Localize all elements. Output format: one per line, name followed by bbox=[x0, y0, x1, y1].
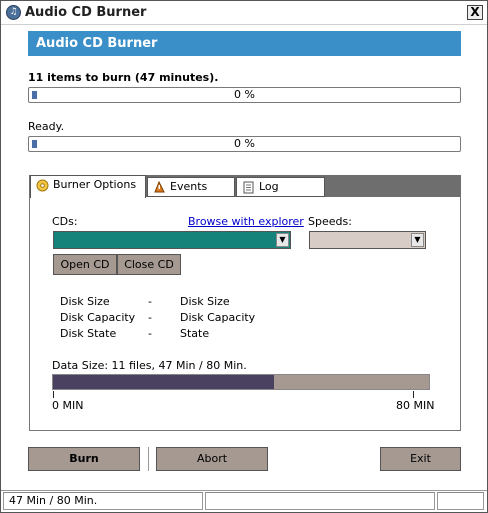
tab-label: Log bbox=[259, 180, 279, 193]
app-banner: Audio CD Burner bbox=[28, 31, 461, 56]
close-cd-button[interactable]: Close CD bbox=[117, 254, 181, 275]
data-size-label: Data Size: 11 files, 47 Min / 80 Min. bbox=[52, 359, 247, 372]
data-size-bar bbox=[52, 374, 430, 390]
open-cd-button[interactable]: Open CD bbox=[53, 254, 117, 275]
window-title: Audio CD Burner bbox=[25, 5, 147, 20]
title-bar: ♫ Audio CD Burner X bbox=[1, 1, 487, 25]
items-progress-percent: 0 % bbox=[234, 88, 255, 101]
close-button[interactable]: X bbox=[467, 5, 483, 20]
burner-options-icon bbox=[36, 179, 49, 192]
burn-button[interactable]: Burn bbox=[28, 447, 140, 471]
browse-with-explorer-link[interactable]: Browse with explorer bbox=[188, 215, 304, 228]
app-window: ♫ Audio CD Burner X Audio CD Burner 11 i… bbox=[0, 0, 488, 513]
disk-info-name: Disk Capacity bbox=[60, 311, 136, 324]
status-bar-text: 47 Min / 80 Min. bbox=[3, 492, 203, 510]
cd-icon: ♫ bbox=[6, 5, 21, 20]
disk-info-name: Disk Size bbox=[60, 295, 110, 308]
disk-info-value: Disk Size bbox=[180, 295, 230, 308]
exit-button[interactable]: Exit bbox=[380, 447, 461, 471]
status-progress-percent: 0 % bbox=[234, 137, 255, 150]
tab-label: Burner Options bbox=[53, 178, 137, 191]
speeds-label: Speeds: bbox=[308, 215, 352, 228]
scale-min-label: 0 MIN bbox=[52, 399, 84, 412]
items-progress-bar: 0 % bbox=[28, 87, 461, 103]
chevron-down-icon[interactable]: ▼ bbox=[276, 233, 289, 247]
disk-info-sep: - bbox=[148, 295, 152, 308]
button-separator bbox=[148, 447, 150, 471]
cd-select[interactable]: ▼ bbox=[53, 231, 291, 249]
disk-info-name: Disk State bbox=[60, 327, 117, 340]
status-bar-segment bbox=[437, 492, 484, 510]
tab-events[interactable]: Events bbox=[147, 177, 235, 197]
speed-select[interactable]: ▼ bbox=[309, 231, 426, 249]
log-icon bbox=[243, 181, 254, 194]
chevron-down-icon[interactable]: ▼ bbox=[411, 233, 424, 247]
disk-info-sep: - bbox=[148, 311, 152, 324]
data-size-fill bbox=[53, 375, 274, 389]
scale-tick-min bbox=[53, 391, 54, 398]
disk-info-value: State bbox=[180, 327, 210, 340]
items-to-burn-label: 11 items to burn (47 minutes). bbox=[28, 71, 219, 84]
status-progress-bar: 0 % bbox=[28, 136, 461, 152]
disk-info-value: Disk Capacity bbox=[180, 311, 256, 324]
tab-log[interactable]: Log bbox=[236, 177, 325, 197]
tab-burner-options[interactable]: Burner Options bbox=[30, 175, 146, 198]
cds-label: CDs: bbox=[52, 215, 78, 228]
abort-button[interactable]: Abort bbox=[156, 447, 268, 471]
scale-tick-max bbox=[413, 391, 414, 398]
status-label: Ready. bbox=[28, 120, 65, 133]
scale-max-label: 80 MIN bbox=[396, 399, 435, 412]
events-icon bbox=[154, 181, 165, 193]
disk-info-sep: - bbox=[148, 327, 152, 340]
tab-label: Events bbox=[170, 180, 208, 193]
status-bar-segment bbox=[205, 492, 435, 510]
